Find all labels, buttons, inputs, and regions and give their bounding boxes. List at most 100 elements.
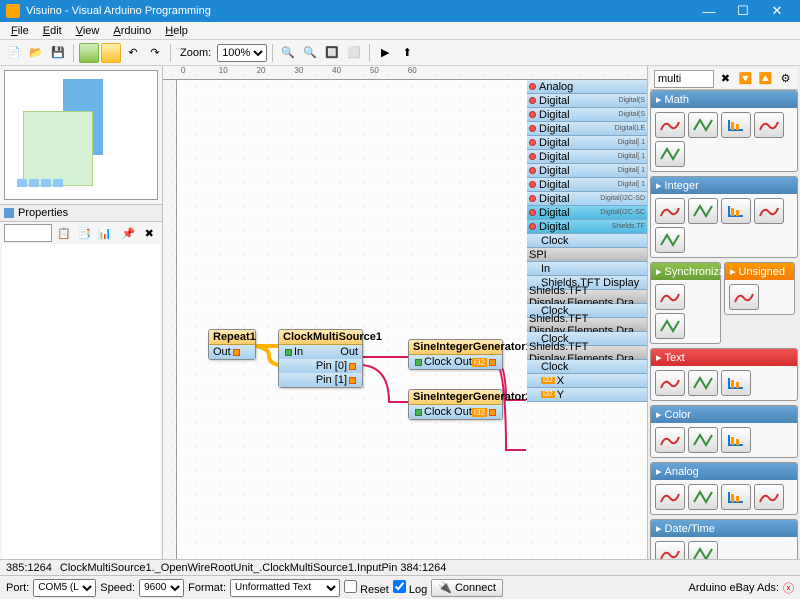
props-btn3[interactable]: 📊 bbox=[96, 223, 114, 243]
upload-button[interactable]: ⬆ bbox=[397, 43, 417, 63]
arduino-row[interactable]: Clock bbox=[527, 360, 647, 374]
component-item[interactable] bbox=[655, 313, 685, 339]
zoom-out-icon[interactable]: 🔍 bbox=[300, 43, 320, 63]
arduino-row[interactable]: DigitalDigital[ 1 bbox=[527, 164, 647, 178]
component-item[interactable] bbox=[688, 427, 718, 453]
palette-header[interactable]: ▸Color bbox=[651, 406, 797, 423]
undo-button[interactable]: ↶ bbox=[123, 43, 143, 63]
arduino-row[interactable]: DigitalDigital[ 1 bbox=[527, 136, 647, 150]
pin-in[interactable] bbox=[285, 349, 292, 356]
zoom-in-icon[interactable]: 🔍 bbox=[278, 43, 298, 63]
pin-out[interactable] bbox=[233, 349, 240, 356]
palette-header[interactable]: ▸Math bbox=[651, 91, 797, 108]
props-pin-icon[interactable]: 📌 bbox=[120, 223, 138, 243]
minimize-button[interactable]: — bbox=[692, 0, 726, 22]
arduino-row[interactable]: Shields.TFT Display.Elements.Dra bbox=[527, 346, 647, 360]
palette-header[interactable]: ▸Integer bbox=[651, 177, 797, 194]
search-clear-icon[interactable]: ✖ bbox=[717, 69, 734, 89]
connect-button[interactable]: 🔌 Connect bbox=[431, 579, 503, 597]
arduino-row[interactable]: DigitalShields.TF bbox=[527, 220, 647, 234]
pin-clock[interactable] bbox=[415, 359, 422, 366]
speed-select[interactable]: 9600 bbox=[139, 579, 184, 597]
pin-out-0[interactable] bbox=[349, 363, 356, 370]
component-item[interactable] bbox=[655, 484, 685, 510]
menu-file[interactable]: FFileile bbox=[4, 25, 36, 37]
menu-arduino[interactable]: Arduino bbox=[106, 25, 158, 37]
component-item[interactable] bbox=[688, 198, 718, 224]
log-check[interactable]: Log bbox=[393, 580, 427, 596]
component-item[interactable] bbox=[721, 198, 751, 224]
component-item[interactable] bbox=[688, 112, 718, 138]
redo-button[interactable]: ↷ bbox=[145, 43, 165, 63]
arduino-board[interactable]: AnalogDigitalDigital(SDigitalDigital(SDi… bbox=[527, 80, 647, 402]
props-search[interactable] bbox=[4, 224, 52, 242]
layout2-button[interactable] bbox=[101, 43, 121, 63]
overview-map[interactable] bbox=[4, 70, 158, 200]
pin-out[interactable] bbox=[489, 359, 496, 366]
component-item[interactable] bbox=[754, 484, 784, 510]
component-item[interactable] bbox=[655, 427, 685, 453]
palette-search[interactable] bbox=[654, 70, 714, 88]
node-sinegen1[interactable]: SineIntegerGenerator1 ClockOutI32 bbox=[408, 339, 503, 370]
zoom-actual-icon[interactable]: ⬜ bbox=[344, 43, 364, 63]
node-repeat1[interactable]: Repeat1 Out bbox=[208, 329, 256, 360]
arduino-row[interactable]: Clock bbox=[527, 234, 647, 248]
palette-header[interactable]: ▸Analog bbox=[651, 463, 797, 480]
component-item[interactable] bbox=[754, 198, 784, 224]
run-button[interactable]: ▶ bbox=[375, 43, 395, 63]
maximize-button[interactable]: ☐ bbox=[726, 0, 760, 22]
arduino-row[interactable]: DigitalDigital[ 1 bbox=[527, 178, 647, 192]
component-item[interactable] bbox=[655, 112, 685, 138]
component-item[interactable] bbox=[721, 484, 751, 510]
arduino-row[interactable]: DigitalDigital(I2C-SD bbox=[527, 192, 647, 206]
arduino-row[interactable]: I32X bbox=[527, 374, 647, 388]
props-btn1[interactable]: 📋 bbox=[55, 223, 73, 243]
arduino-row[interactable]: Shields.TFT Display.Elements.Dra bbox=[527, 318, 647, 332]
component-item[interactable] bbox=[754, 112, 784, 138]
component-item[interactable] bbox=[721, 370, 751, 396]
save-button[interactable]: 💾 bbox=[48, 43, 68, 63]
component-item[interactable] bbox=[655, 141, 685, 167]
menu-view[interactable]: View bbox=[69, 25, 107, 37]
palette-header[interactable]: ▸Date/Time bbox=[651, 520, 797, 537]
reset-check[interactable]: Reset bbox=[344, 580, 389, 596]
palette-header[interactable]: ▸Text bbox=[651, 349, 797, 366]
props-btn2[interactable]: 📑 bbox=[76, 223, 94, 243]
pin-out[interactable] bbox=[489, 409, 496, 416]
properties-header[interactable]: Properties bbox=[0, 204, 162, 222]
component-item[interactable] bbox=[655, 541, 685, 559]
component-item[interactable] bbox=[655, 370, 685, 396]
filter1-icon[interactable]: 🔽 bbox=[737, 69, 754, 89]
component-item[interactable] bbox=[721, 427, 751, 453]
arduino-row[interactable]: Analog bbox=[527, 80, 647, 94]
component-item[interactable] bbox=[729, 284, 759, 310]
ads-close-icon[interactable]: ⓧ bbox=[783, 580, 794, 596]
layout1-button[interactable] bbox=[79, 43, 99, 63]
arduino-row[interactable]: In bbox=[527, 262, 647, 276]
open-button[interactable]: 📂 bbox=[26, 43, 46, 63]
component-item[interactable] bbox=[688, 370, 718, 396]
component-item[interactable] bbox=[688, 484, 718, 510]
node-clockmultisource1[interactable]: ClockMultiSource1 InOut Pin [0] Pin [1] bbox=[278, 329, 363, 388]
component-item[interactable] bbox=[655, 198, 685, 224]
arduino-row[interactable]: Shields.TFT Display.Elements.Dra bbox=[527, 290, 647, 304]
component-item[interactable] bbox=[721, 112, 751, 138]
arduino-row[interactable]: DigitalDigital[ 1 bbox=[527, 150, 647, 164]
arduino-row[interactable]: DigitalDigital(S bbox=[527, 94, 647, 108]
arduino-row[interactable]: SPI bbox=[527, 248, 647, 262]
filter3-icon[interactable]: ⚙ bbox=[777, 69, 794, 89]
component-item[interactable] bbox=[655, 284, 685, 310]
pin-out-1[interactable] bbox=[349, 377, 356, 384]
format-select[interactable]: Unformatted Text bbox=[230, 579, 340, 597]
arduino-row[interactable]: DigitalDigital(S bbox=[527, 108, 647, 122]
port-select[interactable]: COM5 (L bbox=[33, 579, 96, 597]
arduino-row[interactable]: I32Y bbox=[527, 388, 647, 402]
zoom-fit-icon[interactable]: 🔲 bbox=[322, 43, 342, 63]
menu-edit[interactable]: Edit bbox=[36, 25, 69, 37]
arduino-row[interactable]: DigitalDigital(LE bbox=[527, 122, 647, 136]
menu-help[interactable]: Help bbox=[158, 25, 195, 37]
canvas[interactable]: 0 10 20 30 40 50 60 Repeat1 Out ClockMul… bbox=[163, 66, 647, 559]
node-sinegen2[interactable]: SineIntegerGenerator2 ClockOutI32 bbox=[408, 389, 503, 420]
palette-header[interactable]: ▸Synchronization bbox=[651, 263, 720, 280]
close-button[interactable]: ✕ bbox=[760, 0, 794, 22]
